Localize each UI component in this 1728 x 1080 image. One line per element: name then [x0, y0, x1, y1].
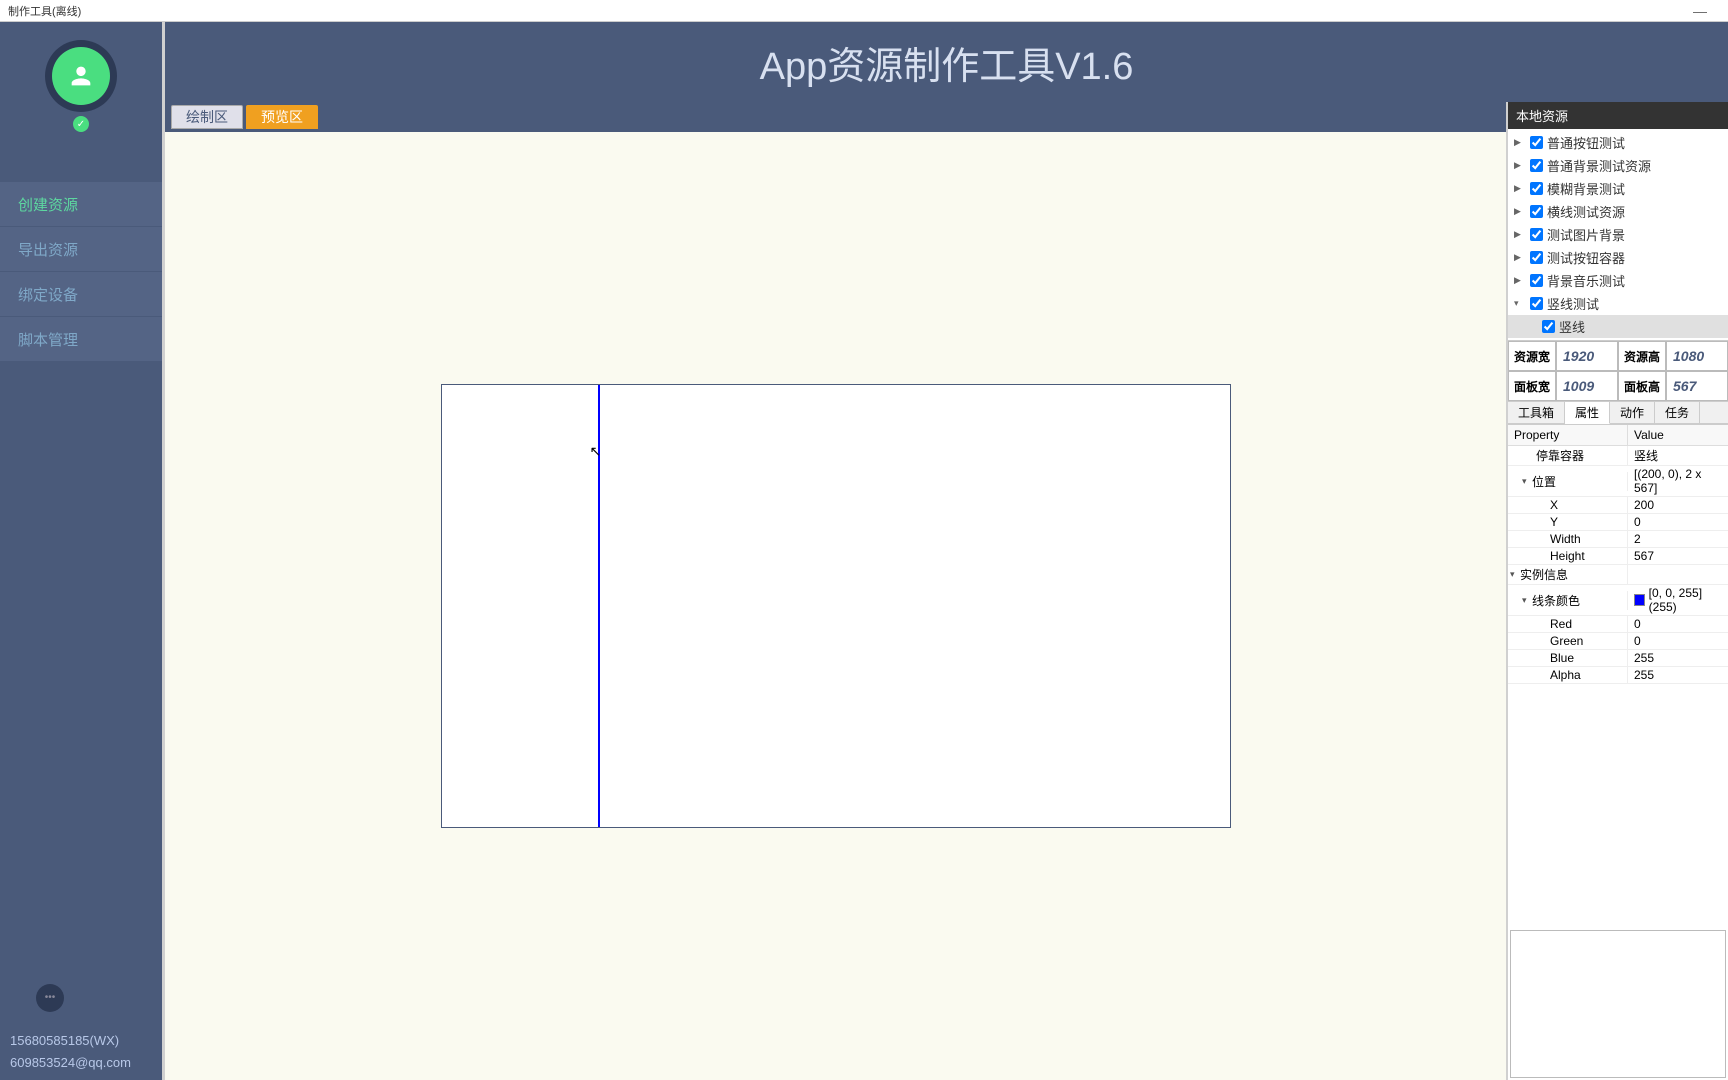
dim-label-res-w: 资源宽: [1508, 341, 1556, 371]
user-icon: [67, 62, 95, 90]
color-swatch-icon: [1634, 594, 1645, 606]
resources-header: 本地资源: [1508, 102, 1728, 129]
prop-row-green[interactable]: Green0: [1508, 633, 1728, 650]
dim-value-res-w[interactable]: 1920: [1556, 341, 1618, 371]
prop-row-height[interactable]: Height567: [1508, 548, 1728, 565]
tree-checkbox[interactable]: [1530, 182, 1543, 195]
tree-item-child[interactable]: 竖线: [1508, 315, 1728, 338]
avatar-block: ✓: [0, 40, 162, 132]
contact-wx: 15680585185(WX): [10, 1030, 156, 1052]
prop-tab-toolbox[interactable]: 工具箱: [1508, 402, 1565, 423]
window-title: 制作工具(离线): [8, 3, 81, 19]
right-panel: 本地资源 ▶普通按钮测试 ▶普通背景测试资源 ▶模糊背景测试 ▶横线测试资源 ▶…: [1506, 102, 1728, 1080]
canvas-tabstrip: 绘制区 预览区: [165, 102, 1506, 132]
prop-tab-actions[interactable]: 动作: [1610, 402, 1655, 423]
status-online-icon: ✓: [73, 116, 89, 132]
prop-header-value: Value: [1628, 425, 1728, 445]
nav: 创建资源 导出资源 绑定设备 脚本管理: [0, 182, 162, 362]
dim-label-res-h: 资源高: [1618, 341, 1666, 371]
contact-info: 15680585185(WX) 609853524@qq.com: [6, 1030, 156, 1074]
property-grid: Property Value 停靠容器竖线 ▾位置[(200, 0), 2 x …: [1508, 424, 1728, 924]
tree-item-expanded[interactable]: ▾竖线测试: [1508, 292, 1728, 315]
tree-item[interactable]: ▶背景音乐测试: [1508, 269, 1728, 292]
prop-row-width[interactable]: Width2: [1508, 531, 1728, 548]
tree-checkbox[interactable]: [1530, 228, 1543, 241]
dim-value-res-h[interactable]: 1080: [1666, 341, 1728, 371]
tree-checkbox[interactable]: [1530, 274, 1543, 287]
dim-label-panel-h: 面板高: [1618, 371, 1666, 401]
prop-tab-tasks[interactable]: 任务: [1655, 402, 1700, 423]
chevron-right-icon[interactable]: ▶: [1514, 137, 1526, 148]
prop-row-blue[interactable]: Blue255: [1508, 650, 1728, 667]
tab-draw[interactable]: 绘制区: [171, 105, 243, 129]
chat-icon[interactable]: •••: [36, 984, 64, 1012]
user-avatar[interactable]: [52, 47, 110, 105]
prop-header-property: Property: [1508, 425, 1628, 445]
prop-row-instance[interactable]: ▾实例信息: [1508, 565, 1728, 585]
contact-qq: 609853524@qq.com: [10, 1052, 156, 1074]
prop-row-red[interactable]: Red0: [1508, 616, 1728, 633]
prop-row-dock[interactable]: 停靠容器竖线: [1508, 446, 1728, 466]
prop-row-alpha[interactable]: Alpha255: [1508, 667, 1728, 684]
resource-tree: ▶普通按钮测试 ▶普通背景测试资源 ▶模糊背景测试 ▶横线测试资源 ▶测试图片背…: [1508, 129, 1728, 340]
dim-value-panel-w[interactable]: 1009: [1556, 371, 1618, 401]
property-grid-header: Property Value: [1508, 425, 1728, 446]
expand-icon[interactable]: ▾: [1522, 476, 1532, 487]
minimize-button[interactable]: —: [1680, 3, 1720, 19]
prop-row-x[interactable]: X200: [1508, 497, 1728, 514]
tree-checkbox[interactable]: [1542, 320, 1555, 333]
prop-row-y[interactable]: Y0: [1508, 514, 1728, 531]
nav-export-resource[interactable]: 导出资源: [0, 227, 162, 272]
tree-checkbox[interactable]: [1530, 136, 1543, 149]
tree-checkbox[interactable]: [1530, 205, 1543, 218]
nav-script-manage[interactable]: 脚本管理: [0, 317, 162, 362]
tree-item[interactable]: ▶模糊背景测试: [1508, 177, 1728, 200]
tree-item[interactable]: ▶横线测试资源: [1508, 200, 1728, 223]
nav-bind-device[interactable]: 绑定设备: [0, 272, 162, 317]
expand-icon[interactable]: ▾: [1510, 569, 1520, 580]
app-header: App资源制作工具V1.6: [165, 22, 1728, 102]
tree-checkbox[interactable]: [1530, 251, 1543, 264]
nav-create-resource[interactable]: 创建资源: [0, 182, 162, 227]
log-output[interactable]: [1510, 930, 1726, 1078]
tree-checkbox[interactable]: [1530, 159, 1543, 172]
chevron-right-icon[interactable]: ▶: [1514, 252, 1526, 263]
tree-item[interactable]: ▶普通背景测试资源: [1508, 154, 1728, 177]
dimensions-grid: 资源宽 1920 资源高 1080 面板宽 1009 面板高 567: [1508, 340, 1728, 402]
canvas-viewport[interactable]: ↖: [165, 132, 1506, 1080]
chevron-right-icon[interactable]: ▶: [1514, 183, 1526, 194]
sidebar: ✓ 创建资源 导出资源 绑定设备 脚本管理 ••• 15680585185(WX…: [0, 22, 162, 1080]
vertical-line-element[interactable]: [598, 385, 600, 827]
tree-checkbox[interactable]: [1530, 297, 1543, 310]
tree-item[interactable]: ▶普通按钮测试: [1508, 131, 1728, 154]
prop-row-position[interactable]: ▾位置[(200, 0), 2 x 567]: [1508, 466, 1728, 497]
chevron-right-icon[interactable]: ▶: [1514, 229, 1526, 240]
tree-item[interactable]: ▶测试按钮容器: [1508, 246, 1728, 269]
tab-preview[interactable]: 预览区: [246, 105, 318, 129]
dim-value-panel-h[interactable]: 567: [1666, 371, 1728, 401]
expand-icon[interactable]: ▾: [1522, 595, 1532, 606]
titlebar: 制作工具(离线) —: [0, 0, 1728, 22]
chevron-right-icon[interactable]: ▶: [1514, 160, 1526, 171]
canvas-artboard[interactable]: ↖: [441, 384, 1231, 828]
canvas-area: 绘制区 预览区 ↖: [165, 102, 1506, 1080]
prop-tab-properties[interactable]: 属性: [1565, 402, 1610, 424]
chevron-right-icon[interactable]: ▶: [1514, 206, 1526, 217]
tree-item[interactable]: ▶测试图片背景: [1508, 223, 1728, 246]
property-tabstrip: 工具箱 属性 动作 任务: [1508, 402, 1728, 424]
chevron-right-icon[interactable]: ▶: [1514, 275, 1526, 286]
app-title: App资源制作工具V1.6: [760, 35, 1134, 90]
prop-row-linecolor[interactable]: ▾线条颜色[0, 0, 255] (255): [1508, 585, 1728, 616]
dim-label-panel-w: 面板宽: [1508, 371, 1556, 401]
chevron-down-icon[interactable]: ▾: [1514, 298, 1526, 309]
